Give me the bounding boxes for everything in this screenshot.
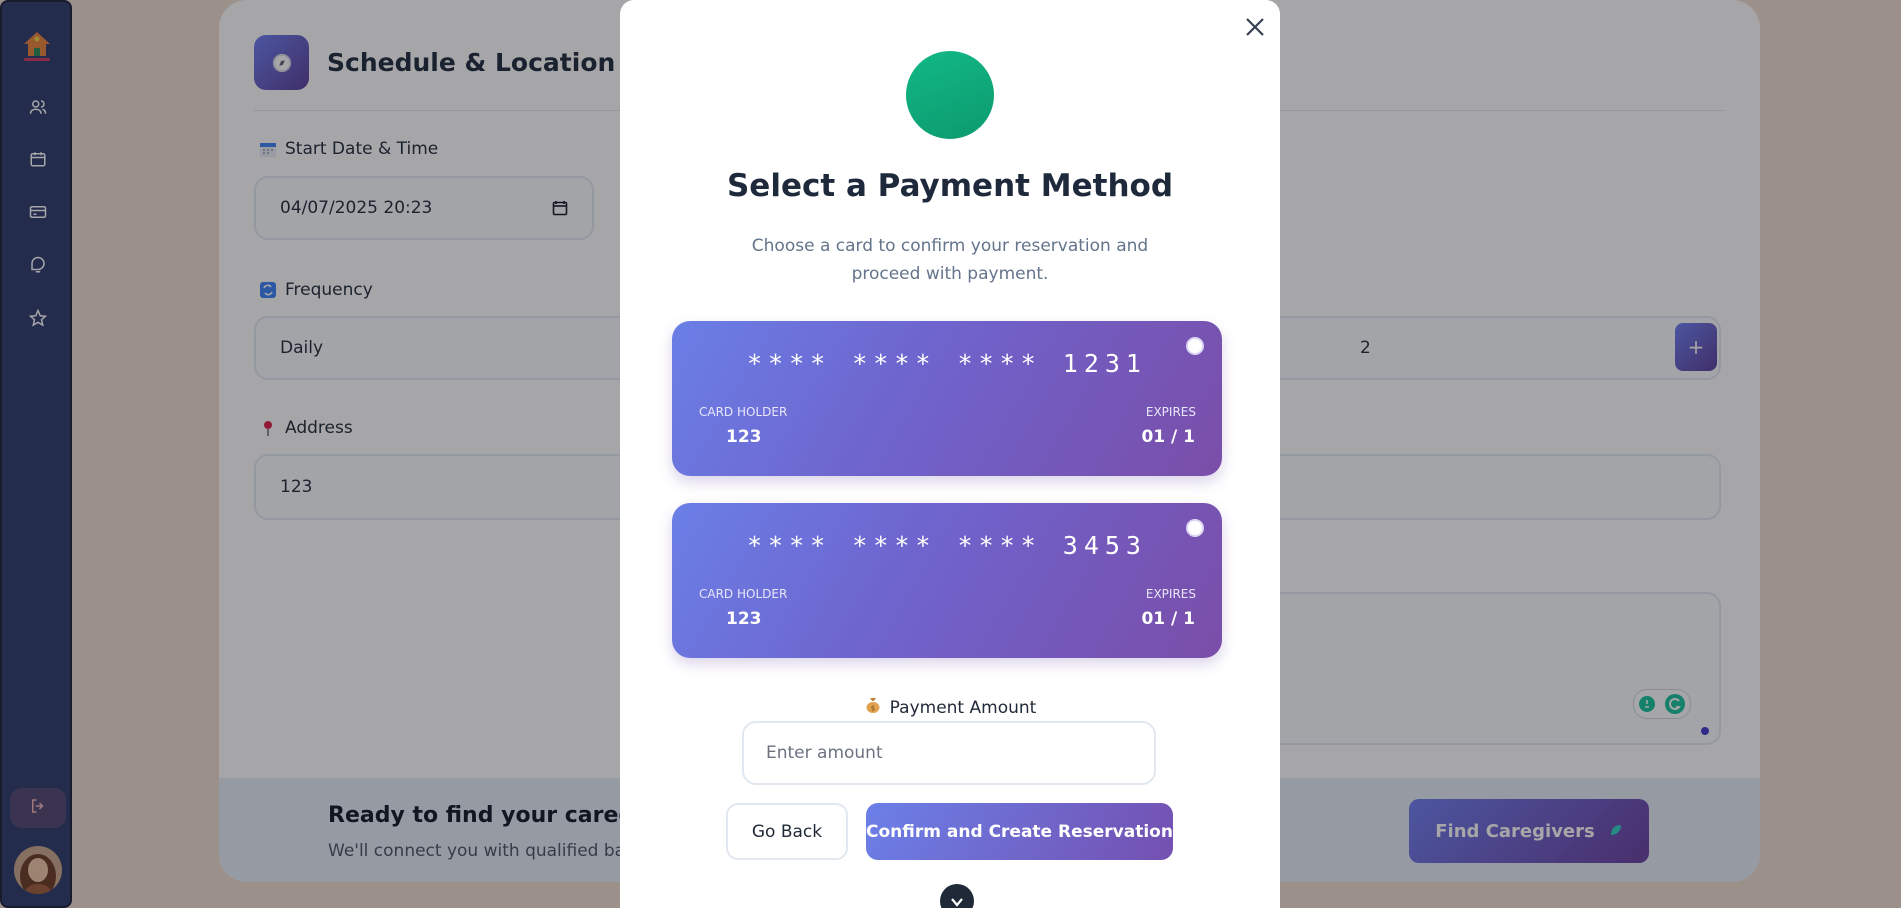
payment-amount-label-text: Payment Amount bbox=[889, 697, 1037, 718]
card-number: **** **** **** 3453 bbox=[747, 531, 1147, 560]
card-expires-label: EXPIRES bbox=[1145, 405, 1196, 419]
close-icon bbox=[1244, 16, 1266, 42]
card-holder-label: CARD HOLDER bbox=[699, 405, 788, 419]
card-radio[interactable] bbox=[1186, 337, 1204, 355]
money-bag-icon: $ bbox=[864, 696, 882, 719]
card-expires-value: 01 / 1 bbox=[1141, 427, 1195, 447]
card-expires-label: EXPIRES bbox=[1145, 587, 1196, 601]
close-button[interactable] bbox=[1240, 14, 1270, 44]
card-holder-value: 123 bbox=[726, 427, 762, 447]
payment-badge bbox=[906, 51, 994, 139]
card-radio[interactable] bbox=[1186, 519, 1204, 537]
chevron-down-icon bbox=[950, 892, 964, 908]
payment-amount-input[interactable] bbox=[742, 721, 1156, 785]
svg-text:$: $ bbox=[870, 705, 874, 713]
card-expires-value: 01 / 1 bbox=[1141, 609, 1195, 629]
modal-subtitle: Choose a card to confirm your reservatio… bbox=[751, 236, 1149, 284]
card-holder-label: CARD HOLDER bbox=[699, 587, 788, 601]
go-back-button[interactable]: Go Back bbox=[726, 803, 848, 860]
payment-amount-label: $ Payment Amount bbox=[620, 696, 1280, 719]
payment-card[interactable]: **** **** **** 1231 CARD HOLDER 123 EXPI… bbox=[672, 321, 1222, 476]
card-number: **** **** **** 1231 bbox=[747, 349, 1147, 378]
card-holder-value: 123 bbox=[726, 609, 762, 629]
confirm-reservation-button[interactable]: Confirm and Create Reservation bbox=[866, 803, 1173, 860]
modal-title: Select a Payment Method bbox=[726, 168, 1174, 204]
payment-card[interactable]: **** **** **** 3453 CARD HOLDER 123 EXPI… bbox=[672, 503, 1222, 658]
